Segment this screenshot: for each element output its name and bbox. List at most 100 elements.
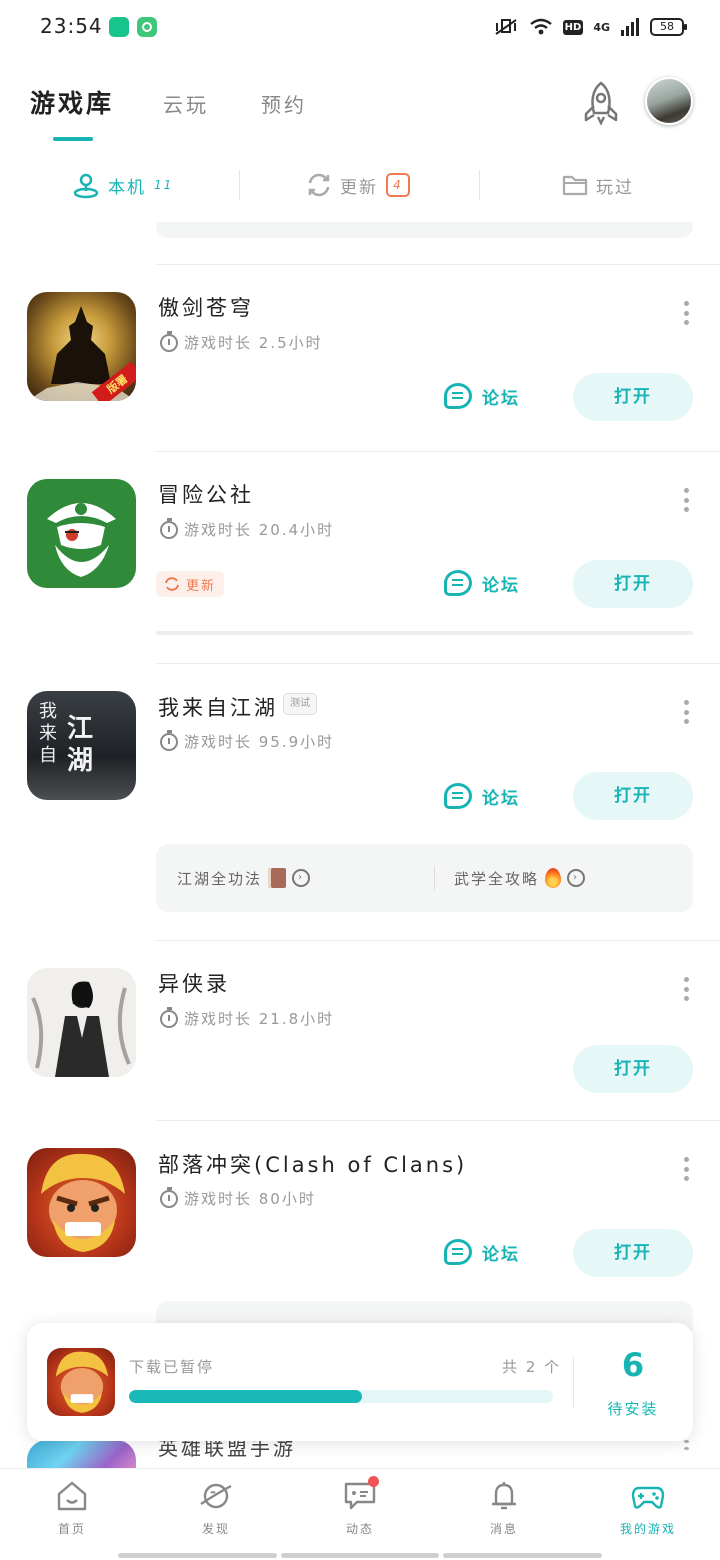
avatar[interactable]	[645, 77, 693, 125]
notification-dot	[368, 1476, 379, 1487]
playtime-text: 游戏时长 95.9小时	[184, 733, 335, 751]
status-time: 23:54	[40, 14, 103, 38]
chevron-right-icon: ›	[292, 869, 311, 887]
update-count-badge: 4	[386, 173, 410, 197]
status-icons: HD 4G 58	[493, 15, 687, 39]
refresh-icon	[308, 173, 330, 197]
forum-button[interactable]: 论坛	[444, 781, 520, 811]
subtab-played[interactable]: 玩过	[562, 168, 634, 202]
more-options-icon[interactable]	[678, 700, 694, 724]
forum-icon	[444, 1239, 472, 1265]
status-bar: 23:54 HD 4G 58	[0, 0, 720, 56]
update-chip[interactable]: 更新	[156, 571, 225, 597]
previous-card-tail	[156, 222, 693, 238]
open-button[interactable]: 打开	[573, 1229, 693, 1277]
pirate-face-icon	[47, 503, 116, 577]
subtab-local[interactable]: 本机 11	[72, 168, 173, 202]
open-button[interactable]: 打开	[573, 1045, 693, 1093]
nav-my-games[interactable]: 我的游戏	[576, 1480, 720, 1552]
game-name[interactable]: 部落冲突(Clash of Clans)	[158, 1149, 467, 1179]
timer-icon	[160, 1186, 178, 1208]
nav-feed[interactable]: 动态	[288, 1476, 432, 1552]
game-name[interactable]: 异侠录	[158, 968, 230, 998]
guide-label: 武学全攻略	[454, 869, 540, 888]
playtime-text: 游戏时长 2.5小时	[184, 334, 323, 352]
game-name[interactable]: 我来自江湖	[158, 692, 278, 722]
barbarian-face-icon	[41, 1153, 125, 1252]
pending-install-label[interactable]: 待安装	[573, 1398, 693, 1419]
subtab-local-label: 本机	[108, 177, 146, 198]
nav-home[interactable]: 首页	[0, 1480, 144, 1552]
divider	[156, 940, 720, 941]
game-name[interactable]: 冒险公社	[158, 479, 254, 509]
bell-icon	[492, 1482, 516, 1510]
planet-icon	[200, 1483, 232, 1509]
gesture-bar	[118, 1553, 603, 1558]
forum-icon	[444, 783, 472, 809]
nav-label: 消息	[489, 1522, 518, 1536]
timer-icon	[160, 517, 178, 539]
divider-strip	[156, 631, 693, 635]
download-count: 共 2 个	[502, 1358, 562, 1376]
subtab-played-label: 玩过	[596, 177, 634, 198]
tab-game-library[interactable]: 游戏库	[30, 84, 114, 120]
game-icon-jianghu[interactable]: 我来自 江湖	[27, 691, 136, 800]
forum-button[interactable]: 论坛	[444, 1237, 520, 1267]
home-icon	[57, 1481, 87, 1511]
forum-button[interactable]: 论坛	[444, 381, 520, 411]
game-name[interactable]: 傲剑苍穹	[158, 292, 254, 322]
active-tab-indicator	[53, 137, 93, 141]
chevron-right-icon: ›	[567, 869, 586, 887]
game-icon-coc[interactable]	[27, 1148, 136, 1257]
guide-link[interactable]: 武学全攻略 ›	[454, 866, 586, 890]
location-person-icon	[73, 173, 99, 199]
battery-icon: 58	[650, 18, 687, 36]
nav-label: 动态	[345, 1522, 374, 1536]
folder-icon	[562, 175, 588, 196]
more-options-icon[interactable]	[678, 1157, 694, 1181]
forum-icon	[444, 383, 472, 409]
more-options-icon[interactable]	[678, 301, 694, 325]
test-tag: 测试	[283, 693, 317, 715]
divider	[156, 663, 720, 664]
divider	[434, 866, 435, 890]
tab-cloud-play[interactable]: 云玩	[163, 89, 209, 118]
rocket-icon[interactable]	[580, 80, 622, 126]
playtime: 游戏时长 80小时	[160, 1186, 316, 1209]
network-type: 4G	[593, 20, 610, 34]
app-notification-icon	[109, 17, 129, 37]
pending-install-count[interactable]: 6	[573, 1346, 693, 1384]
forum-icon	[444, 570, 472, 596]
more-options-icon[interactable]	[678, 488, 694, 512]
game-icon-yixialu[interactable]	[27, 968, 136, 1077]
tab-reservation[interactable]: 预约	[261, 89, 307, 118]
book-icon	[268, 868, 287, 888]
mute-vibrate-icon	[495, 19, 517, 35]
signal-icon	[621, 18, 639, 36]
playtime: 游戏时长 21.8小时	[160, 1006, 334, 1029]
nav-messages[interactable]: 消息	[432, 1480, 576, 1552]
more-options-icon[interactable]	[678, 977, 694, 1001]
download-status-text: 下载已暂停	[129, 1358, 215, 1376]
nav-discover[interactable]: 发现	[144, 1480, 288, 1552]
icon-text-large: 江湖	[67, 714, 94, 776]
forum-button[interactable]: 论坛	[444, 568, 520, 598]
playtime: 游戏时长 2.5小时	[160, 330, 323, 353]
subtab-update[interactable]: 更新 4	[306, 168, 410, 202]
more-options-icon[interactable]	[678, 1440, 694, 1450]
game-icon-aojian[interactable]: 版署	[27, 292, 136, 401]
game-icon-lol[interactable]	[27, 1440, 136, 1470]
guide-link[interactable]: 江湖全功法 ›	[177, 866, 311, 890]
forum-label: 论坛	[482, 575, 520, 596]
barbarian-face-icon	[55, 1351, 109, 1413]
forum-label: 论坛	[482, 388, 520, 409]
open-button[interactable]: 打开	[573, 772, 693, 820]
nav-label: 我的游戏	[619, 1522, 676, 1536]
subtab-local-count: 11	[154, 178, 174, 192]
open-button[interactable]: 打开	[573, 373, 693, 421]
open-button[interactable]: 打开	[573, 560, 693, 608]
timer-icon	[160, 729, 178, 751]
nav-label: 发现	[201, 1522, 230, 1536]
game-icon-maoxian[interactable]	[27, 479, 136, 588]
fire-icon	[545, 868, 562, 888]
